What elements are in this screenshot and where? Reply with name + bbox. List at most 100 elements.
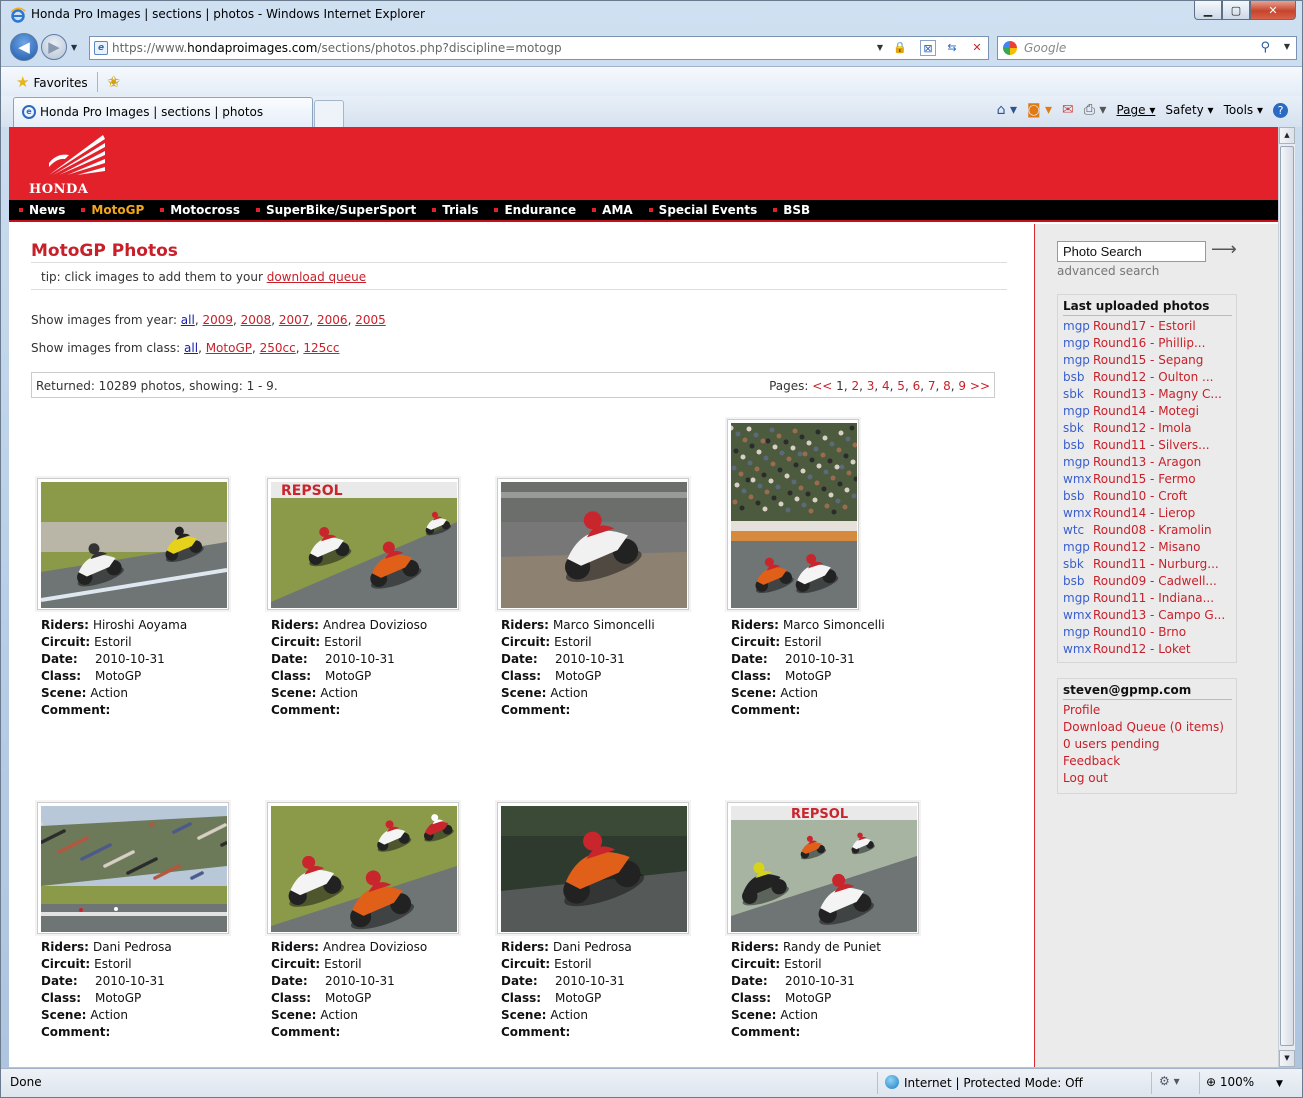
category-code[interactable]: wmx: [1063, 505, 1093, 522]
photo-thumbnail[interactable]: [37, 802, 229, 934]
last-uploaded-item[interactable]: mgp Round13 - Aragon: [1063, 454, 1232, 471]
user-link-profile[interactable]: Profile: [1063, 702, 1232, 719]
round-link[interactable]: Round12 - Imola: [1093, 420, 1191, 437]
last-uploaded-item[interactable]: mgp Round17 - Estoril: [1063, 318, 1232, 335]
last-uploaded-item[interactable]: mgp Round15 - Sepang: [1063, 352, 1232, 369]
last-uploaded-item[interactable]: bsb Round12 - Oulton ...: [1063, 369, 1232, 386]
history-dropdown-icon[interactable]: ▼: [71, 43, 77, 52]
mail-icon[interactable]: ✉: [1062, 102, 1074, 118]
last-uploaded-item[interactable]: mgp Round10 - Brno: [1063, 624, 1232, 641]
category-code[interactable]: mgp: [1063, 335, 1093, 352]
close-button[interactable]: ✕: [1250, 1, 1296, 20]
security-zone[interactable]: Internet | Protected Mode: Off: [885, 1075, 1083, 1090]
last-uploaded-item[interactable]: mgp Round14 - Motegi: [1063, 403, 1232, 420]
advanced-search-link[interactable]: advanced search: [1057, 264, 1159, 278]
round-link[interactable]: Round12 - Misano: [1093, 539, 1200, 556]
category-code[interactable]: wmx: [1063, 471, 1093, 488]
photo-thumbnail[interactable]: [37, 478, 229, 610]
year-link-all[interactable]: all: [181, 313, 195, 327]
round-link[interactable]: Round14 - Motegi: [1093, 403, 1199, 420]
search-box[interactable]: Google ⚲ ▼: [997, 36, 1297, 60]
round-link[interactable]: Round11 - Indiana...: [1093, 590, 1214, 607]
nav-item-ama[interactable]: AMA: [592, 203, 633, 217]
last-uploaded-item[interactable]: bsb Round11 - Silvers...: [1063, 437, 1232, 454]
favorites-button[interactable]: ★ Favorites: [16, 73, 88, 91]
page-link[interactable]: 4: [882, 379, 890, 393]
round-link[interactable]: Round14 - Lierop: [1093, 505, 1195, 522]
round-link[interactable]: Round15 - Fermo: [1093, 471, 1196, 488]
tab-active[interactable]: e Honda Pro Images | sections | photos: [13, 97, 313, 127]
page-menu[interactable]: Page ▾: [1116, 103, 1155, 117]
page-link[interactable]: <<: [812, 379, 832, 393]
nav-item-motocross[interactable]: Motocross: [160, 203, 240, 217]
photo-thumbnail[interactable]: [727, 419, 859, 610]
photo-image[interactable]: [40, 482, 228, 611]
print-icon[interactable]: ⎙ ▾: [1084, 102, 1107, 118]
page-link[interactable]: 5: [897, 379, 905, 393]
category-code[interactable]: mgp: [1063, 454, 1093, 471]
photo-search-input[interactable]: [1057, 241, 1206, 262]
round-link[interactable]: Round10 - Croft: [1093, 488, 1187, 505]
photo-thumbnail[interactable]: [497, 478, 689, 610]
class-link-125cc[interactable]: 125cc: [303, 341, 339, 355]
help-icon[interactable]: ?: [1273, 102, 1288, 118]
category-code[interactable]: mgp: [1063, 352, 1093, 369]
round-link[interactable]: Round09 - Cadwell...: [1093, 573, 1217, 590]
last-uploaded-item[interactable]: sbk Round13 - Magny C...: [1063, 386, 1232, 403]
feeds-icon[interactable]: ◙ ▾: [1027, 102, 1052, 118]
class-link-all[interactable]: all: [184, 341, 198, 355]
nav-item-superbike-supersport[interactable]: SuperBike/SuperSport: [256, 203, 416, 217]
photo-thumbnail[interactable]: REPSOL: [267, 478, 459, 610]
last-uploaded-item[interactable]: mgp Round16 - Phillip...: [1063, 335, 1232, 352]
add-favorite-icon[interactable]: ✬: [107, 72, 120, 91]
last-uploaded-item[interactable]: bsb Round10 - Croft: [1063, 488, 1232, 505]
maximize-button[interactable]: ▢: [1222, 1, 1250, 20]
nav-item-trials[interactable]: Trials: [432, 203, 478, 217]
photo-image[interactable]: [271, 806, 457, 935]
last-uploaded-item[interactable]: mgp Round12 - Misano: [1063, 539, 1232, 556]
last-uploaded-item[interactable]: wtc Round08 - Kramolin: [1063, 522, 1232, 539]
home-icon[interactable]: ⌂ ▾: [997, 102, 1017, 118]
page-link[interactable]: 2: [851, 379, 859, 393]
scroll-up-icon[interactable]: ▲: [1279, 127, 1295, 144]
user-link-feedback[interactable]: Feedback: [1063, 753, 1232, 770]
round-link[interactable]: Round08 - Kramolin: [1093, 522, 1212, 539]
user-link-log[interactable]: Log out: [1063, 770, 1232, 787]
nav-item-motogp[interactable]: MotoGP: [81, 203, 144, 217]
user-link-0[interactable]: 0 users pending: [1063, 736, 1232, 753]
round-link[interactable]: Round13 - Magny C...: [1093, 386, 1222, 403]
last-uploaded-item[interactable]: mgp Round11 - Indiana...: [1063, 590, 1232, 607]
year-link-2006[interactable]: 2006: [317, 313, 348, 327]
round-link[interactable]: Round17 - Estoril: [1093, 318, 1196, 335]
search-arrow-icon[interactable]: ⟶: [1211, 239, 1237, 260]
photo-image[interactable]: REPSOL: [271, 482, 457, 611]
nav-item-news[interactable]: News: [19, 203, 65, 217]
download-queue-link[interactable]: download queue: [267, 270, 366, 284]
page-link[interactable]: 8: [943, 379, 951, 393]
minimize-button[interactable]: ▁: [1194, 1, 1222, 20]
category-code[interactable]: bsb: [1063, 488, 1093, 505]
stop-icon[interactable]: ✕: [969, 40, 985, 56]
category-code[interactable]: bsb: [1063, 437, 1093, 454]
nav-item-special-events[interactable]: Special Events: [649, 203, 758, 217]
round-link[interactable]: Round10 - Brno: [1093, 624, 1186, 641]
photo-image[interactable]: [501, 482, 687, 611]
photo-thumbnail[interactable]: [497, 802, 689, 934]
category-code[interactable]: bsb: [1063, 573, 1093, 590]
round-link[interactable]: Round16 - Phillip...: [1093, 335, 1205, 352]
category-code[interactable]: mgp: [1063, 318, 1093, 335]
compatibility-icon[interactable]: ⊠: [920, 40, 936, 56]
user-link-download[interactable]: Download Queue (0 items): [1063, 719, 1232, 736]
nav-item-endurance[interactable]: Endurance: [494, 203, 576, 217]
year-link-2008[interactable]: 2008: [241, 313, 272, 327]
new-tab-button[interactable]: [314, 100, 344, 127]
last-uploaded-item[interactable]: wmx Round14 - Lierop: [1063, 505, 1232, 522]
zoom-level[interactable]: ⊕ 100% ▼: [1206, 1075, 1283, 1089]
category-code[interactable]: mgp: [1063, 624, 1093, 641]
last-uploaded-item[interactable]: sbk Round12 - Imola: [1063, 420, 1232, 437]
round-link[interactable]: Round11 - Nurburg...: [1093, 556, 1219, 573]
search-icon[interactable]: ⚲: [1260, 40, 1270, 55]
category-code[interactable]: mgp: [1063, 403, 1093, 420]
page-link[interactable]: 9: [958, 379, 966, 393]
page-link[interactable]: >>: [970, 379, 990, 393]
